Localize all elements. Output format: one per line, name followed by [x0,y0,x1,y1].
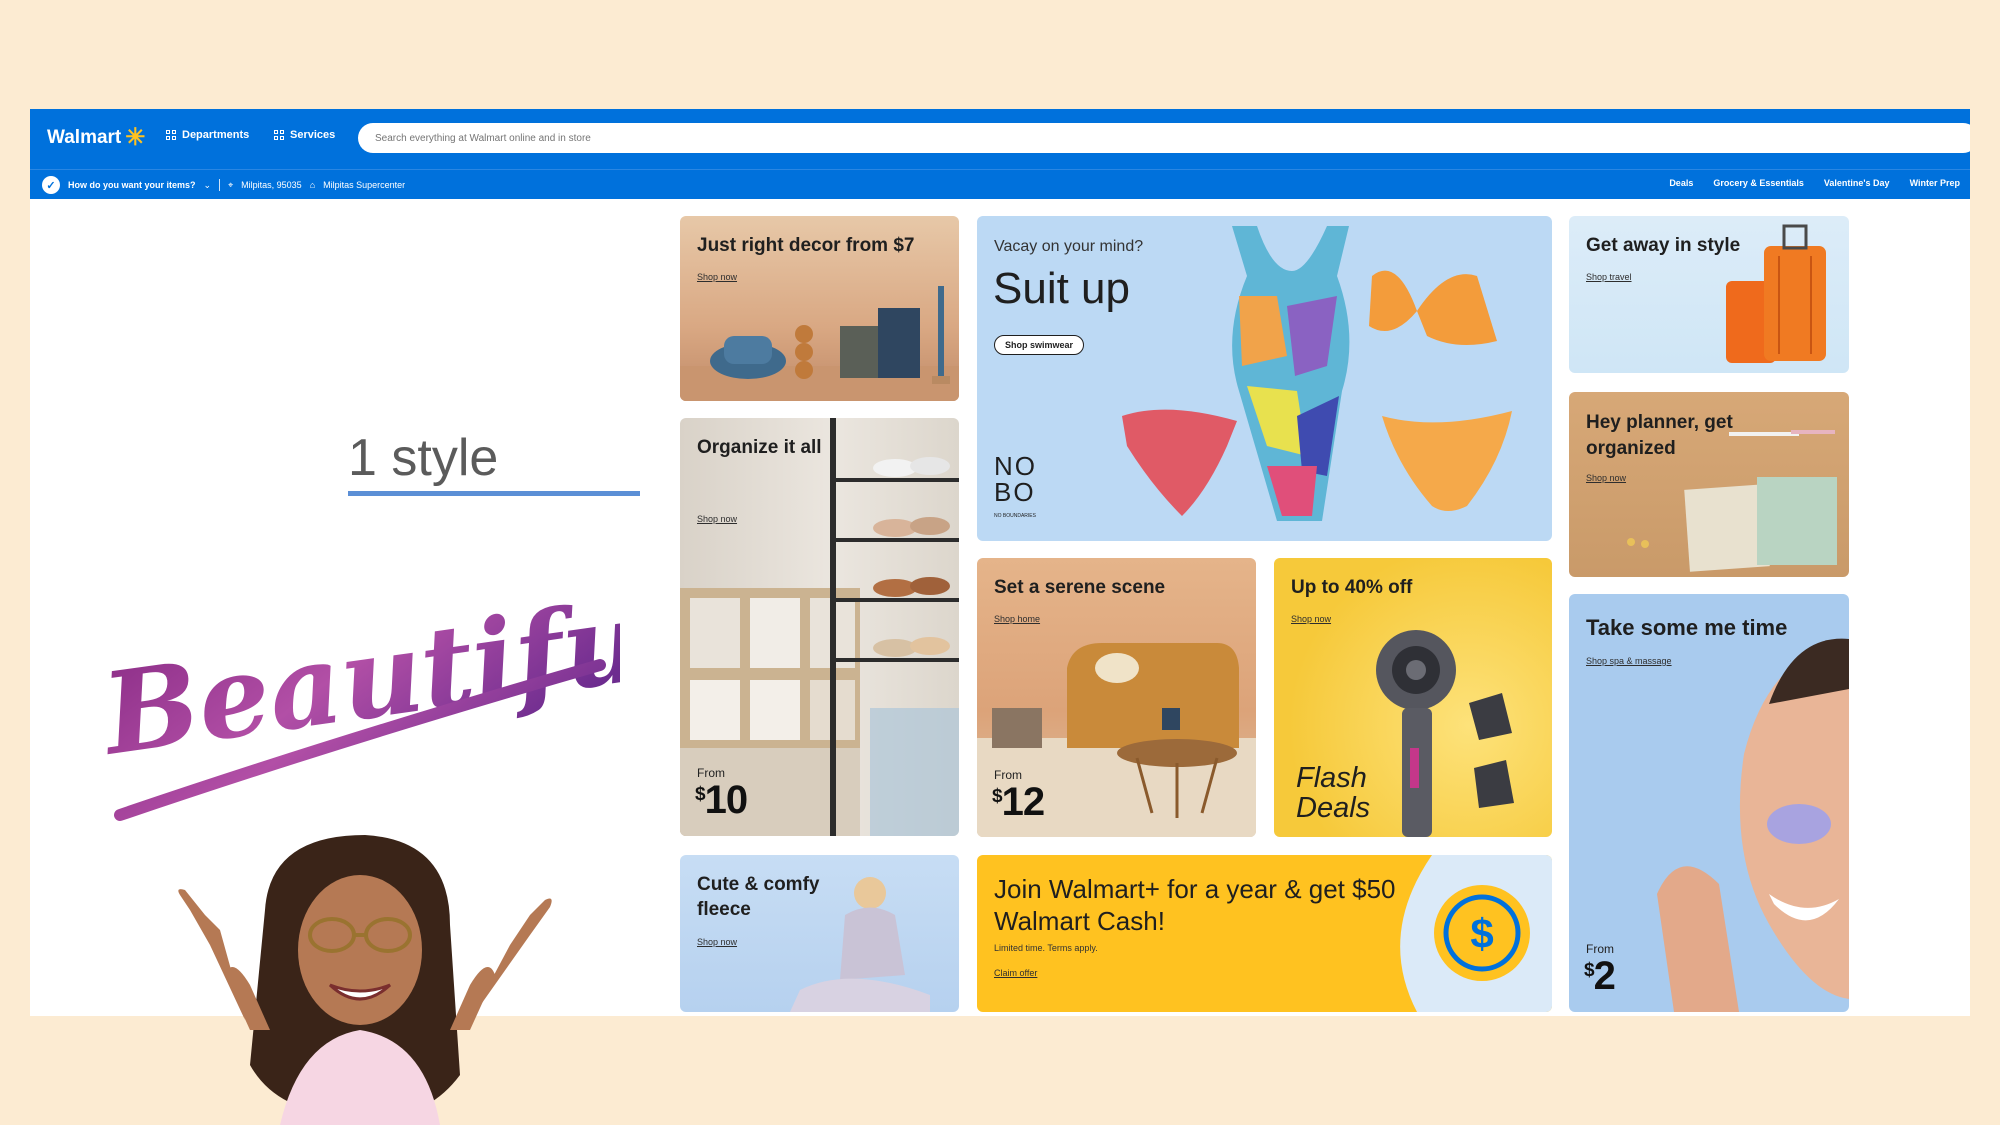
flash-deals-label: Flash Deals [1296,763,1370,823]
style-underline [348,491,640,496]
fleece-title: Cute & comfy fleece [697,874,820,920]
link-deals[interactable]: Deals [1669,178,1693,188]
delivery-options[interactable]: ✓ How do you want your items? ⌄ ⌖ Milpit… [42,176,405,194]
serene-price: $12 [992,780,1045,825]
claim-offer-link[interactable]: Claim offer [994,968,1037,978]
style-count-label: 1 style [348,429,499,487]
flash-title: Up to 40% off [1291,577,1413,598]
serene-price-value: 12 [1001,780,1045,824]
store-icon: ⌂ [309,180,316,190]
search-input[interactable] [358,123,1970,153]
delivery-bar: ✓ How do you want your items? ⌄ ⌖ Milpit… [30,169,1970,199]
spark-icon: ✳ [125,124,146,151]
flash-line-1: Flash [1296,762,1367,794]
organize-link[interactable]: Shop now [697,514,737,524]
organize-title: Organize it all [697,437,822,458]
planner-tile[interactable]: Hey planner, get organized Shop now [1569,392,1849,577]
decor-title: Just right decor from $7 [697,235,915,256]
metime-link[interactable]: Shop spa & massage [1586,656,1672,666]
travel-tile[interactable]: Get away in style Shop travel [1569,216,1849,373]
suit-subtitle: Vacay on your mind? [994,238,1144,255]
serene-link[interactable]: Shop home [994,614,1040,624]
chevron-down-icon: ⌄ [203,179,212,190]
quick-links: Deals Grocery & Essentials Valentine's D… [1669,178,1960,188]
departments-button[interactable]: Departments [166,129,249,141]
fleece-link[interactable]: Shop now [697,937,737,947]
beautiful-script-graphic: Beautiful [93,570,620,821]
delivery-prompt: How do you want your items? [68,180,196,190]
services-button[interactable]: Services [274,129,335,141]
fleece-tile[interactable]: Cute & comfy fleece Shop now [680,855,959,1012]
link-winter-prep[interactable]: Winter Prep [1910,178,1960,188]
divider [219,179,221,191]
walmart-logo[interactable]: Walmart ✳ [47,126,145,150]
currency-symbol: $ [1584,960,1595,981]
nobo-tagline: NO BOUNDARIES [994,513,1036,519]
plus-fine-print: Limited time. Terms apply. [994,943,1098,953]
delivery-icon: ✓ [42,176,60,194]
services-label: Services [290,129,336,141]
currency-symbol: $ [695,784,706,805]
shop-swimwear-button[interactable]: Shop swimwear [994,335,1085,355]
grid-icon [166,130,176,140]
metime-title: Take some me time [1586,615,1788,640]
svg-text:$: $ [1470,910,1493,957]
decor-tile[interactable]: Just right decor from $7 Shop now [680,216,959,401]
planner-title: Hey planner, get organized [1586,412,1733,459]
serene-title: Set a serene scene [994,577,1166,598]
travel-title: Get away in style [1586,235,1741,256]
grid-icon [274,130,284,140]
travel-link[interactable]: Shop travel [1586,272,1632,282]
logo-text: Walmart [47,127,122,148]
location-pin-icon: ⌖ [228,179,234,190]
top-header: Walmart ✳ Departments Services [30,109,1970,169]
bitmoji-avatar [178,835,552,1125]
departments-label: Departments [182,129,250,141]
plus-title: Join Walmart+ for a year & get $50 Walma… [994,874,1396,936]
currency-symbol: $ [992,786,1003,807]
location-text[interactable]: Milpitas, 95035 [241,180,302,190]
flash-link[interactable]: Shop now [1291,614,1331,624]
suit-title: Suit up [993,264,1130,313]
home-tile[interactable]: Set a serene scene Shop home From $12 [977,558,1256,837]
organize-price-value: 10 [704,778,748,822]
link-valentines[interactable]: Valentine's Day [1824,178,1890,188]
organize-tile[interactable]: Organize it all Shop now From $10 [680,418,959,836]
flash-line-2: Deals [1296,792,1371,824]
decor-link[interactable]: Shop now [697,272,737,282]
planner-link[interactable]: Shop now [1586,473,1626,483]
walmart-plus-tile[interactable]: $ Join Walmart+ for a year & get $50 Wal… [977,855,1552,1012]
spa-tile[interactable]: Take some me time Shop spa & massage Fro… [1569,594,1849,1012]
metime-price-value: 2 [1593,954,1616,998]
store-text[interactable]: Milpitas Supercenter [323,180,405,190]
swimwear-tile[interactable]: Vacay on your mind? Suit up Shop swimwea… [977,216,1552,541]
metime-price: $2 [1584,954,1616,999]
beautiful-text: Beautiful [93,570,620,781]
organize-price: $10 [695,778,748,823]
flash-deals-tile[interactable]: Up to 40% off Shop now Flash Deals [1274,558,1552,837]
nobo-logo: NO BO [994,451,1037,507]
link-grocery[interactable]: Grocery & Essentials [1713,178,1804,188]
